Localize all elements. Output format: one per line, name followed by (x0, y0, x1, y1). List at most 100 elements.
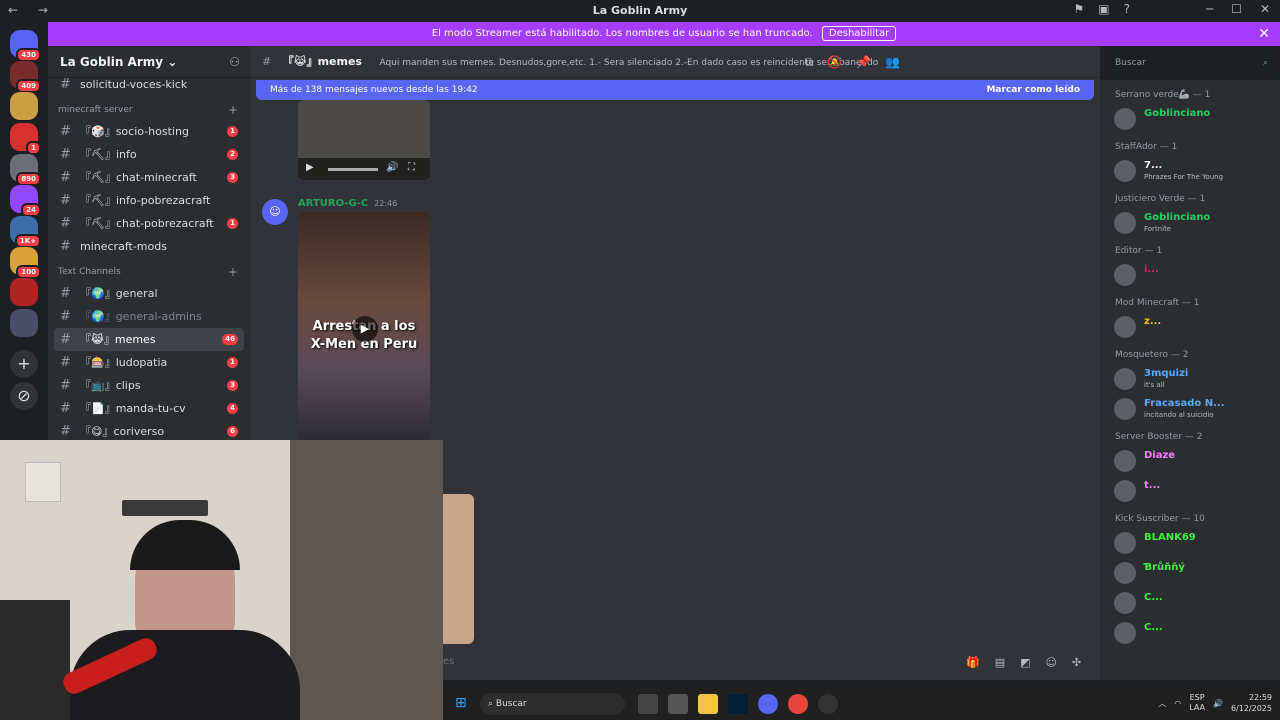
clock[interactable]: 22:59 6/12/2025 (1231, 692, 1272, 714)
emoji-icon[interactable]: ☺ (1046, 656, 1057, 669)
volume-tray-icon[interactable]: 🔊 (1213, 699, 1223, 708)
message-author[interactable]: ARTURO-G-C 22:46 (298, 198, 397, 209)
maximize-icon[interactable]: ☐ (1231, 2, 1242, 16)
avatar (1114, 622, 1136, 644)
channel-item[interactable]: # minecraft-mods (54, 235, 244, 258)
guild-header[interactable]: La Goblin Army ⌄ ⚇ (48, 46, 250, 78)
channel-item[interactable]: # 『😋』coriverso 6 (54, 420, 244, 440)
member-item[interactable]: z... (1100, 312, 1280, 340)
apps-icon[interactable]: ✣ (1072, 656, 1081, 669)
channel-topic[interactable]: Aqui manden sus memes. Desnudos,gore,etc… (379, 58, 878, 68)
pin-icon[interactable]: 📌 (856, 46, 871, 78)
mark-read-button[interactable]: Marcar como leído (986, 80, 1080, 100)
file-explorer-icon[interactable] (698, 694, 718, 714)
member-item[interactable]: Fracasado N... incitando al suicidio (1100, 394, 1280, 422)
volume-icon[interactable]: 🔊 (386, 162, 398, 173)
member-item[interactable]: 3mquizi it's all (1100, 364, 1280, 392)
clock-time: 22:59 (1248, 693, 1272, 702)
disable-streamer-button[interactable]: Deshabilitar (821, 26, 897, 41)
fullscreen-icon[interactable]: ⛶ (408, 162, 415, 173)
new-messages-bar[interactable]: Más de 138 mensajes nuevos desde las 19:… (256, 80, 1094, 100)
member-name: Fracasado N... (1144, 398, 1225, 409)
gift-icon[interactable]: 🎁 (966, 656, 980, 669)
server-icon[interactable]: 1 (10, 123, 41, 155)
obs-icon[interactable] (818, 694, 838, 714)
channel-item[interactable]: # 『🎰』ludopatia 1 (54, 351, 244, 374)
taskbar-search[interactable]: ⌕ Buscar (480, 693, 625, 715)
task-view-icon[interactable] (638, 694, 658, 714)
partial-image[interactable] (443, 494, 474, 644)
channel-item[interactable]: # 『😹』memes 46 (54, 328, 244, 351)
member-item[interactable]: Ɓrůňňý (1100, 558, 1280, 586)
channel-name: 『😋』coriverso (80, 425, 165, 438)
channel-item[interactable]: # 『📺』clips 3 (54, 374, 244, 397)
discover-icon[interactable]: ⊘ (10, 382, 38, 410)
members-icon[interactable]: 👥 (885, 46, 900, 78)
video-progress[interactable] (328, 168, 378, 171)
server-icon[interactable] (10, 278, 38, 306)
meme-video[interactable]: Arrestan a los X-Men en Peru ▶ (298, 212, 430, 440)
member-item[interactable]: C... (1100, 588, 1280, 616)
member-status: incitando al suicidio (1144, 411, 1214, 419)
server-icon[interactable]: 430 (10, 30, 41, 62)
member-name: BLANK69 (1144, 532, 1196, 543)
avatar[interactable]: ☺ (262, 199, 288, 225)
channel-item[interactable]: # 『🎲』socio-hosting 1 (54, 120, 244, 143)
photoshop-icon[interactable] (728, 694, 748, 714)
channel-item[interactable]: # 『🌍』general-admins (54, 305, 244, 328)
member-item[interactable]: Goblinciano (1100, 104, 1280, 132)
tray-overflow-icon[interactable]: ︿ (1158, 698, 1166, 709)
hash-icon: # (60, 77, 71, 92)
channel-category[interactable]: minecraft server + (48, 96, 250, 120)
member-item[interactable]: Goblinciano Fortnite (1100, 208, 1280, 236)
channel-item[interactable]: # 『⛏』chat-minecraft 3 (54, 166, 244, 189)
add-member-icon[interactable]: ⚇ (229, 46, 240, 78)
discord-icon[interactable] (758, 694, 778, 714)
threads-icon[interactable]: ⧉ (805, 46, 814, 78)
server-icon[interactable]: 409 (10, 61, 41, 93)
server-icon[interactable]: 100 (10, 247, 41, 279)
help-icon[interactable]: ? (1124, 2, 1130, 16)
search-input[interactable]: Buscar ⌕ (1108, 53, 1274, 73)
close-window-icon[interactable]: ✕ (1260, 2, 1270, 16)
channel-item[interactable]: # 『🌍』general (54, 282, 244, 305)
server-icon[interactable]: 24 (10, 185, 41, 217)
member-item[interactable]: t... (1100, 476, 1280, 504)
channel-item[interactable]: # 『⛏』info-pobrezacraft (54, 189, 244, 212)
channel-item[interactable]: # 『⛏』chat-pobrezacraft 1 (54, 212, 244, 235)
server-icon[interactable] (10, 309, 38, 337)
minimize-icon[interactable]: ─ (1206, 2, 1213, 16)
member-item[interactable]: BLANK69 (1100, 528, 1280, 556)
member-group-header: Mosquetero — 2 (1115, 350, 1189, 360)
play-icon[interactable]: ▶ (306, 162, 314, 173)
add-server-button[interactable]: + (10, 350, 38, 378)
mute-icon[interactable]: 🔕 (827, 46, 842, 78)
server-icon[interactable]: 1K+ (10, 216, 41, 248)
chrome-icon[interactable] (788, 694, 808, 714)
sticker-icon[interactable]: ◩ (1020, 656, 1030, 669)
previous-video[interactable]: ▶ 🔊 ⛶ (298, 100, 430, 180)
member-item[interactable]: i... (1100, 260, 1280, 288)
play-icon[interactable]: ▶ (352, 316, 378, 342)
app-icon[interactable] (668, 694, 688, 714)
wifi-icon[interactable]: ◠ (1174, 699, 1181, 708)
server-icon[interactable] (10, 92, 38, 120)
windows-start-icon[interactable]: ⊞ (455, 695, 467, 711)
screen-icon[interactable]: ▣ (1098, 2, 1109, 16)
message-input-placeholder[interactable]: es (443, 656, 454, 667)
close-banner-icon[interactable]: ✕ (1258, 22, 1270, 46)
member-item[interactable]: 7... Phrazes For The Young (1100, 156, 1280, 184)
channel-solicitud[interactable]: # solicitud-voces-kick (54, 78, 244, 96)
server-rail: 430 409 1 890 24 1K+ 100 + ⊘ (0, 22, 48, 440)
channel-item[interactable]: # 『📄』manda-tu-cv 4 (54, 397, 244, 420)
unread-badge: 46 (222, 334, 238, 345)
language-indicator[interactable]: ESP LAA (1189, 693, 1205, 713)
gif-icon[interactable]: ▤ (995, 656, 1005, 669)
channel-category[interactable]: Text Channels + (48, 258, 250, 282)
member-item[interactable]: C... (1100, 618, 1280, 646)
inbox-icon[interactable]: ⚑ (1074, 2, 1085, 16)
channel-item[interactable]: # 『⛏』info 2 (54, 143, 244, 166)
member-item[interactable]: Diaze (1100, 446, 1280, 474)
unread-badge: 1 (227, 218, 238, 229)
server-icon[interactable]: 890 (10, 154, 41, 186)
